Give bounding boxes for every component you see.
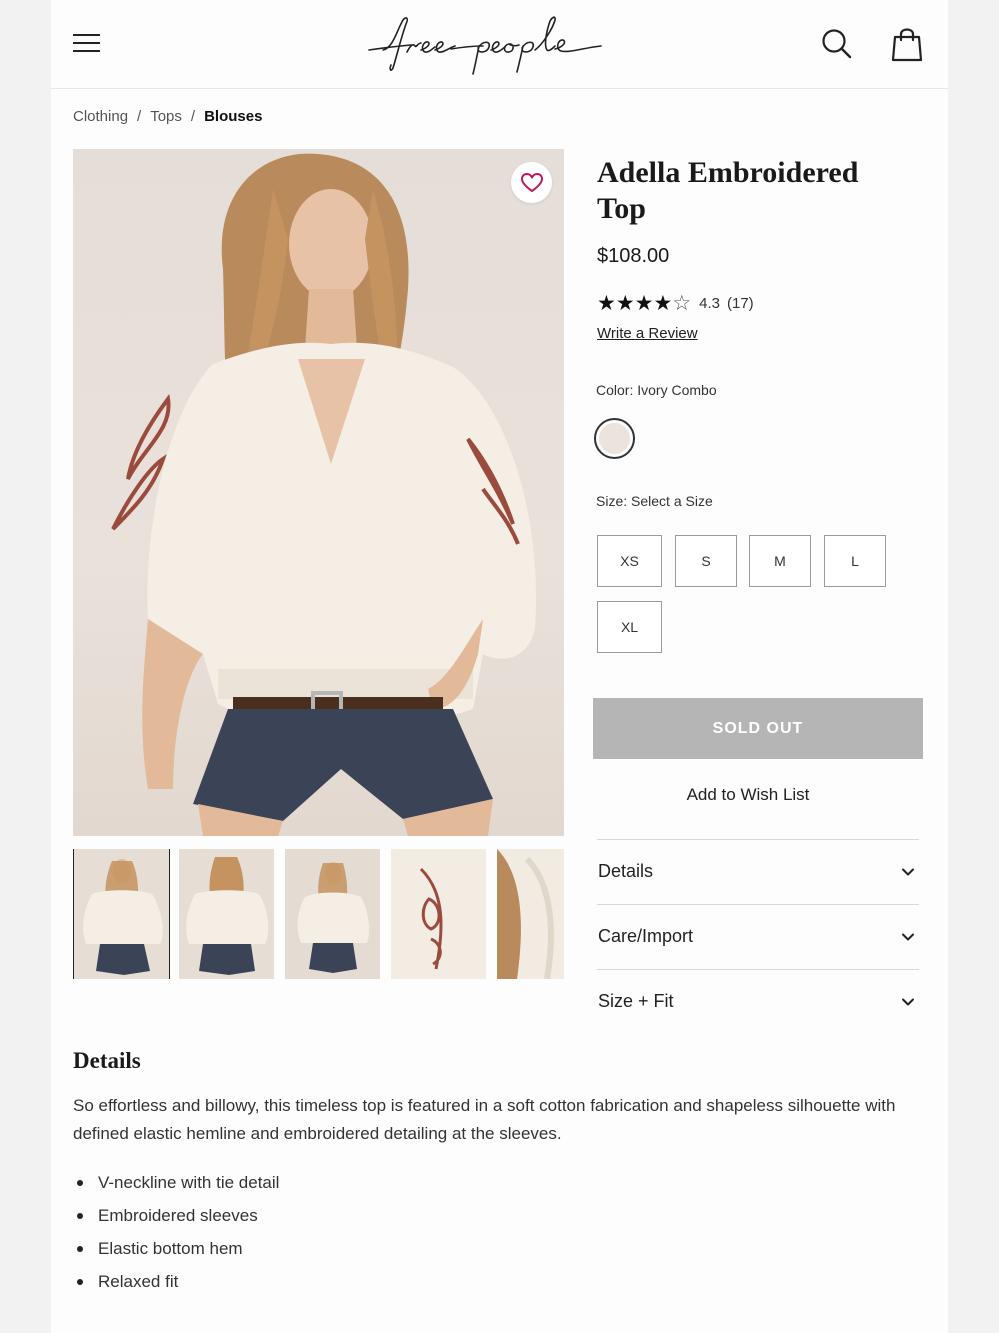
size-option-l[interactable]: L <box>824 535 886 587</box>
breadcrumb-current: Blouses <box>204 108 263 125</box>
color-label-prefix: Color: <box>596 382 634 398</box>
size-prompt: Select a Size <box>631 493 713 509</box>
star-icon: ★ <box>597 291 616 315</box>
thumbnail-3[interactable] <box>285 849 380 979</box>
site-header <box>51 0 948 89</box>
review-count: (17) <box>727 294 754 312</box>
rating-value: 4.3 <box>699 294 720 312</box>
thumbnail-5[interactable] <box>497 849 564 979</box>
accordion-label: Care/Import <box>598 926 694 946</box>
breadcrumb-link-clothing[interactable]: Clothing <box>73 108 128 125</box>
swatch-fill <box>599 423 630 454</box>
accordion-details[interactable]: Details <box>597 839 919 904</box>
list-item: Relaxed fit <box>73 1265 279 1298</box>
thumbnail-strip <box>73 849 564 979</box>
size-label: Size: Select a Size <box>596 493 713 509</box>
chevron-down-icon <box>902 933 914 941</box>
product-title: Adella Embroidered Top <box>597 156 859 225</box>
product-rating[interactable]: ★ ★ ★ ★ ☆ 4.3 (17) <box>597 292 754 314</box>
accordion-care-import[interactable]: Care/Import <box>597 904 919 969</box>
details-heading: Details <box>73 1048 141 1073</box>
thumbnail-4[interactable] <box>391 849 486 979</box>
size-option-m[interactable]: M <box>749 535 811 587</box>
accordion-size-fit[interactable]: Size + Fit <box>597 969 919 1034</box>
list-item: Embroidered sleeves <box>73 1199 279 1232</box>
size-label-prefix: Size: <box>596 493 628 509</box>
star-icon: ★ <box>615 291 635 315</box>
search-icon[interactable] <box>821 28 853 60</box>
product-main-image[interactable] <box>73 149 564 836</box>
details-description: So effortless and billowy, this timeless… <box>73 1096 896 1143</box>
size-option-xl[interactable]: XL <box>597 601 662 653</box>
details-bullet-list: V-neckline with tie detail Embroidered s… <box>73 1166 279 1298</box>
thumbnail-1[interactable] <box>73 849 170 979</box>
breadcrumb-link-tops[interactable]: Tops <box>150 108 182 125</box>
breadcrumb-separator: / <box>190 108 196 125</box>
product-page: Clothing / Tops / Blouses Adella Embroid… <box>51 0 948 1333</box>
star-icon: ★ <box>634 291 654 315</box>
breadcrumb: Clothing / Tops / Blouses <box>73 108 262 125</box>
list-item: V-neckline with tie detail <box>73 1166 279 1199</box>
breadcrumb-separator: / <box>137 108 142 125</box>
add-to-wishlist-button[interactable]: Add to Wish List <box>593 785 903 805</box>
size-option-xs[interactable]: XS <box>597 535 662 587</box>
star-rating: ★ ★ ★ ★ ☆ <box>597 293 691 314</box>
shopping-bag-icon[interactable] <box>891 26 923 62</box>
product-price: $108.00 <box>597 245 670 267</box>
sold-out-button[interactable]: SOLD OUT <box>593 698 923 759</box>
chevron-down-icon <box>902 998 914 1006</box>
color-selected: Ivory Combo <box>637 382 717 398</box>
thumbnail-2[interactable] <box>179 849 274 979</box>
heart-icon[interactable] <box>511 162 552 203</box>
hamburger-menu-icon[interactable] <box>73 32 101 54</box>
color-label: Color: Ivory Combo <box>596 382 717 398</box>
star-icon: ★ <box>653 291 673 315</box>
accordion-label: Details <box>598 861 654 881</box>
list-item: Elastic bottom hem <box>73 1232 279 1265</box>
star-outline-icon: ☆ <box>672 291 692 315</box>
brand-logo[interactable] <box>363 10 613 78</box>
color-swatch-ivory-combo[interactable] <box>594 418 635 459</box>
accordion-label: Size + Fit <box>598 991 674 1011</box>
size-option-s[interactable]: S <box>675 535 737 587</box>
chevron-down-icon <box>902 868 914 876</box>
write-review-link[interactable]: Write a Review <box>597 325 698 342</box>
